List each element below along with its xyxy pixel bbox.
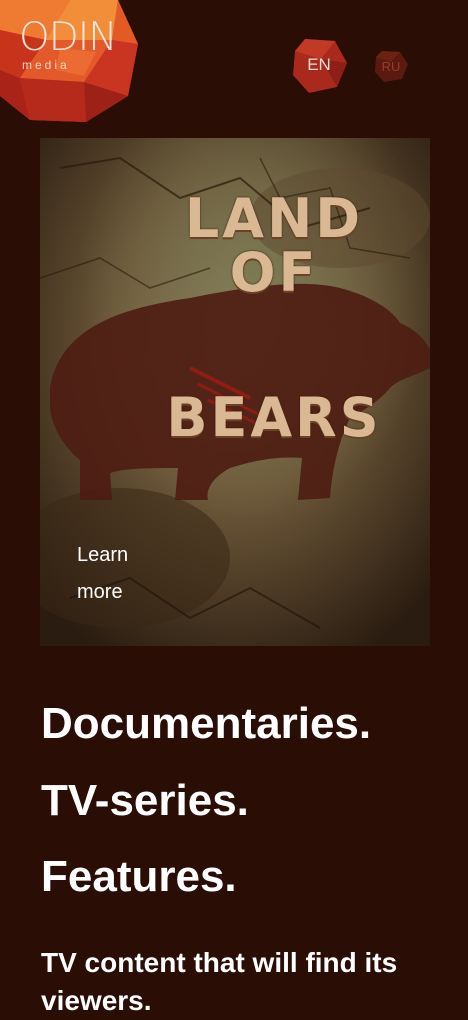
headline-documentaries: Documentaries. (41, 699, 372, 748)
lang-en-label: EN (307, 55, 331, 74)
tagline: TV content that will find its viewers. (41, 947, 398, 1016)
lang-en-button[interactable]: EN (291, 37, 347, 93)
learn-more-link[interactable]: Learn more (77, 537, 157, 611)
lang-ru-button[interactable]: RU (374, 50, 408, 82)
brand-subtitle: media (22, 58, 70, 72)
brand-name: ODIN (19, 15, 117, 60)
headline-features: Features. (41, 852, 237, 901)
poster-title-line-1: LAND OF (184, 187, 364, 304)
headline-tv-series: TV-series. (41, 776, 249, 825)
poster-title-line-2: BEARS (166, 386, 382, 449)
brand-logo[interactable]: ODIN media (0, 0, 140, 124)
lang-ru-label: RU (381, 58, 401, 74)
